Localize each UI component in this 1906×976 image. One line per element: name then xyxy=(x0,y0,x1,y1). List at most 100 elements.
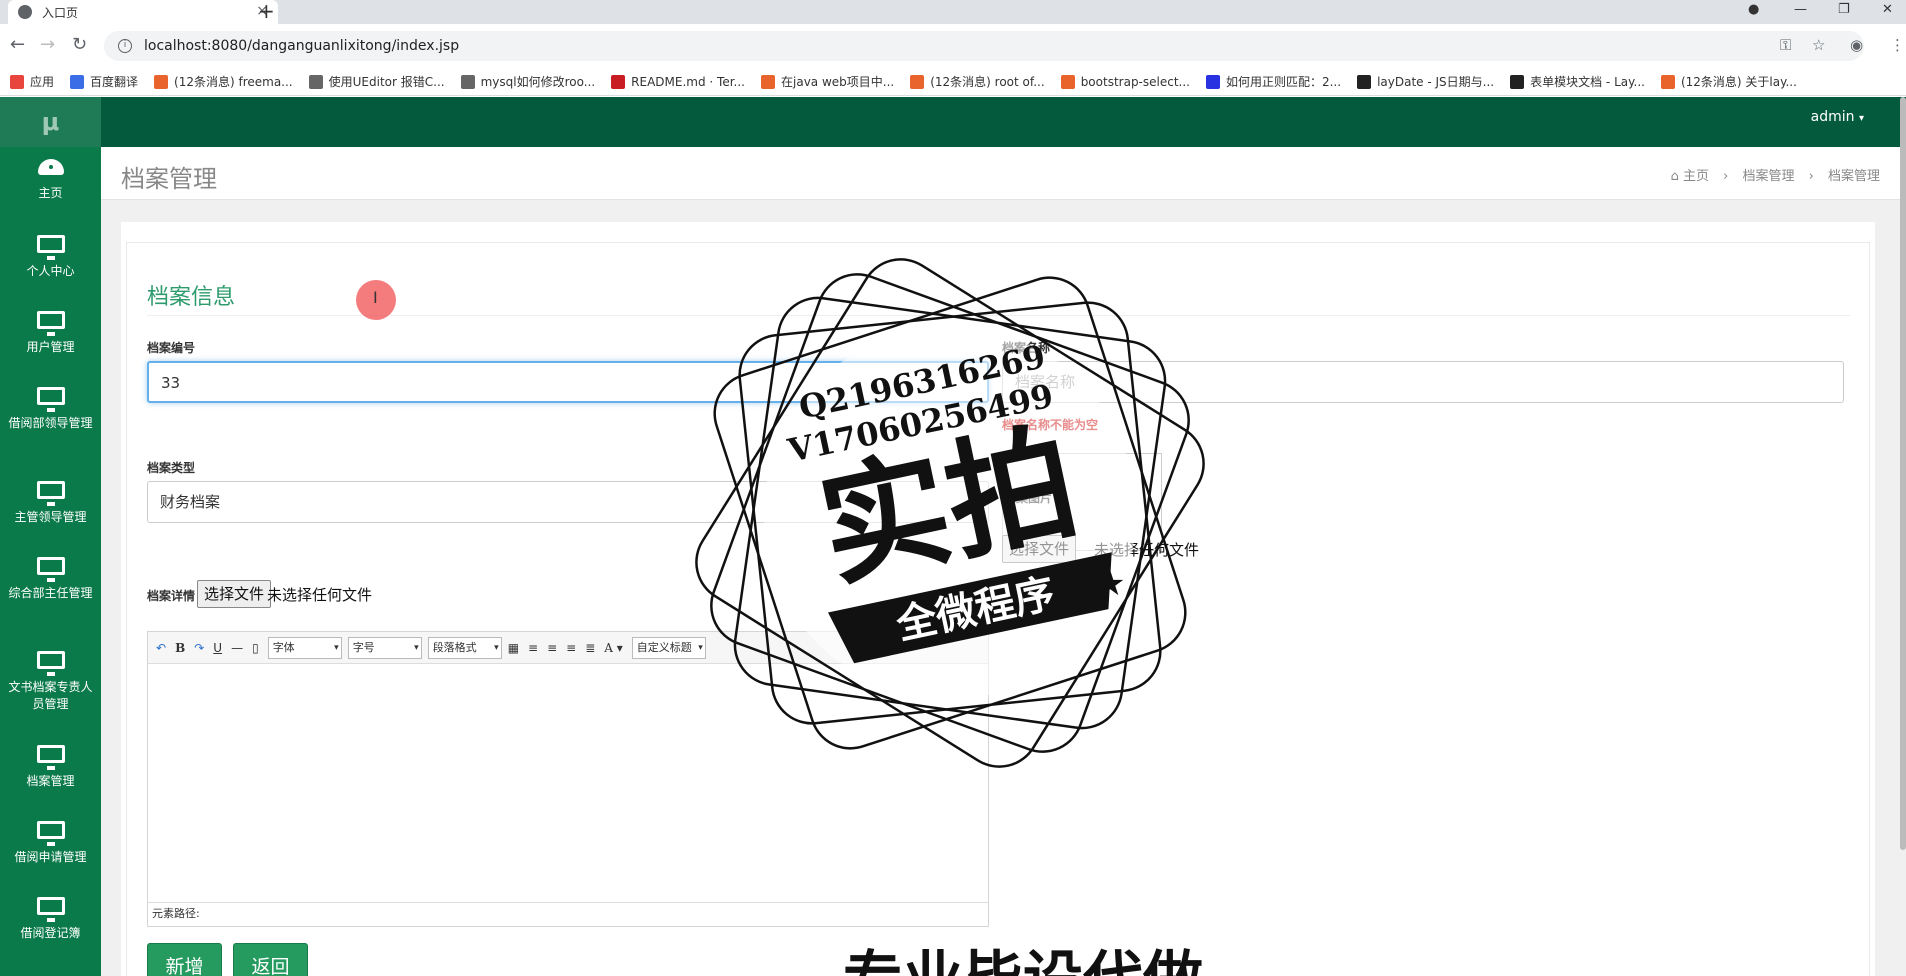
name-error: 档案名称不能为空 xyxy=(1002,418,1099,432)
bookmark-label: (12条消息) 关于lay... xyxy=(1680,75,1797,89)
number-input[interactable]: 33 xyxy=(147,361,989,403)
back-arrow-icon[interactable]: ← xyxy=(10,32,25,58)
sidebar-item[interactable]: 档案管理 xyxy=(0,745,101,790)
page-scrollbar[interactable] xyxy=(1900,97,1906,850)
breadcrumb: ⌂ 主页 › 档案管理 › 档案管理 xyxy=(1671,165,1880,184)
monitor-icon xyxy=(36,651,65,676)
font-select[interactable]: 字体 xyxy=(267,636,342,659)
size-select[interactable]: 字号 xyxy=(347,636,422,659)
sidebar-item[interactable]: 借阅登记簿 xyxy=(0,897,101,942)
rich-text-editor[interactable]: ↶ B ↷ U — ▯ 字体 字号 段落格式 ▦ ≡ ≡ ≡ ≣ A ▾ 自定义… xyxy=(147,631,989,927)
layui-icon xyxy=(1357,74,1372,89)
menu-dots-icon[interactable]: ⋮ xyxy=(1890,36,1905,54)
sidebar-item[interactable]: 借阅申请管理 xyxy=(0,821,101,866)
section-divider xyxy=(147,315,1850,316)
restore-button[interactable]: ❐ xyxy=(1838,0,1850,24)
profile-icon[interactable]: ◉ xyxy=(1850,36,1863,54)
sidebar-item-label: 个人中心 xyxy=(26,264,75,278)
minimize-button[interactable]: — xyxy=(1794,0,1807,24)
star-icon[interactable]: ☆ xyxy=(1812,36,1825,54)
horizontal-rule-icon[interactable]: — xyxy=(231,641,243,655)
bookmark-item[interactable]: 表单模块文档 - Lay... xyxy=(1510,73,1645,90)
bookmark-item[interactable]: 使用UEditor 报错C... xyxy=(308,73,445,90)
form-box: 档案信息 档案编号 33 档案名称 档案名称 档案名称不能为空 档案类型 财务档… xyxy=(126,242,1870,976)
bookmark-item[interactable]: 百度翻译 xyxy=(70,73,138,90)
sidebar-item[interactable]: 主页 xyxy=(0,159,101,202)
align-right-icon[interactable]: ≡ xyxy=(547,641,557,655)
bold-icon[interactable]: B xyxy=(175,641,185,655)
back-button[interactable]: 返回 xyxy=(233,943,308,976)
bookmark-label: 表单模块文档 - Lay... xyxy=(1530,75,1645,89)
monitor-icon xyxy=(36,311,65,336)
user-menu[interactable]: admin ▾ xyxy=(1811,109,1864,125)
image-choose-file-button[interactable]: 选择文件 xyxy=(1002,535,1077,563)
main-content: 档案管理 ⌂ 主页 › 档案管理 › 档案管理 档案信息 档案编号 33 档案名… xyxy=(101,147,1906,976)
image-file-status: 未选择任何文件 xyxy=(1094,541,1200,559)
bookmark-item[interactable]: 如何用正则匹配：2... xyxy=(1205,73,1341,90)
name-label: 档案名称 xyxy=(1002,341,1051,355)
align-center-icon[interactable]: ≡ xyxy=(566,641,576,655)
monitor-icon xyxy=(36,235,65,260)
bookmark-item[interactable]: (12条消息) freema... xyxy=(154,73,293,90)
sidebar-item[interactable]: 综合部主任管理 xyxy=(0,557,101,602)
user-name: admin xyxy=(1810,109,1855,125)
bookmark-item[interactable]: README.md · Ter... xyxy=(611,74,745,89)
close-window-button[interactable]: ✕ xyxy=(1882,0,1893,24)
bookmark-label: bootstrap-select... xyxy=(1080,74,1190,89)
type-label: 档案类型 xyxy=(147,461,196,475)
bookmark-item[interactable]: layDate - JS日期与... xyxy=(1357,73,1494,90)
bookmark-icon xyxy=(1060,74,1075,89)
url-bar[interactable]: i localhost:8080/danganguanlixitong/inde… xyxy=(104,31,1864,61)
browser-tab[interactable]: 入口页 × xyxy=(8,0,278,24)
sidebar-item[interactable]: 借阅部领导管理 xyxy=(0,387,101,432)
info-icon[interactable]: i xyxy=(118,39,132,53)
bookmark-item[interactable]: (12条消息) root of... xyxy=(910,73,1045,90)
bookmark-item[interactable]: (12条消息) 关于lay... xyxy=(1660,73,1797,90)
paragraph-select[interactable]: 段落格式 xyxy=(427,636,502,659)
translate-icon xyxy=(70,74,85,89)
csdn-icon xyxy=(154,74,169,89)
detail-choose-file-button[interactable]: 选择文件 xyxy=(197,580,272,608)
monitor-icon xyxy=(36,821,65,846)
monitor-icon xyxy=(36,897,65,922)
custom-title-select[interactable]: 自定义标题 xyxy=(631,636,706,659)
sidebar-item[interactable]: 个人中心 xyxy=(0,235,101,280)
underline-icon[interactable]: U xyxy=(213,641,222,655)
sidebar-item[interactable]: 文书档案专责人员管理 xyxy=(0,651,101,713)
reload-icon[interactable]: ↻ xyxy=(72,32,87,58)
bookmark-item[interactable]: 应用 xyxy=(10,73,54,90)
key-icon[interactable]: ⚿ xyxy=(1780,36,1791,54)
editor-toolbar: ↶ B ↷ U — ▯ 字体 字号 段落格式 ▦ ≡ ≡ ≡ ≣ A ▾ 自定义… xyxy=(148,632,988,664)
profile-down-icon[interactable]: ● xyxy=(1748,0,1759,24)
breadcrumb-current: 档案管理 xyxy=(1827,169,1880,184)
sidebar-item-label: 主管领导管理 xyxy=(14,510,87,524)
table-icon[interactable]: ▦ xyxy=(508,641,519,655)
caret-down-icon: ▾ xyxy=(1858,113,1864,124)
bookmark-item[interactable]: bootstrap-select... xyxy=(1060,74,1190,89)
monitor-icon xyxy=(36,557,65,582)
breadcrumb-home[interactable]: 主页 xyxy=(1683,169,1709,184)
bookmark-item[interactable]: 在java web项目中... xyxy=(761,73,894,90)
app-logo[interactable]: μ xyxy=(0,97,101,147)
page-icon[interactable]: ▯ xyxy=(252,641,259,655)
sidebar-item[interactable]: 用户管理 xyxy=(0,311,101,356)
number-label: 档案编号 xyxy=(147,341,196,355)
align-left-icon[interactable]: ≡ xyxy=(528,641,538,655)
justify-icon[interactable]: ≣ xyxy=(585,641,595,655)
new-tab-button[interactable]: + xyxy=(258,0,275,22)
forward-arrow-icon[interactable]: → xyxy=(40,32,55,58)
type-select[interactable]: 财务档案 xyxy=(147,481,989,523)
sidebar-item[interactable]: 主管领导管理 xyxy=(0,481,101,526)
type-value: 财务档案 xyxy=(160,493,221,511)
bookmark-item[interactable]: mysql如何修改roo... xyxy=(460,73,596,90)
sidebar-item-label: 档案管理 xyxy=(26,774,75,788)
font-color-icon[interactable]: A ▾ xyxy=(604,641,623,655)
add-button[interactable]: 新增 xyxy=(147,943,222,976)
bookmark-label: mysql如何修改roo... xyxy=(480,75,596,89)
dashboard-icon xyxy=(37,159,64,175)
name-input[interactable]: 档案名称 xyxy=(1002,361,1844,403)
redo-icon[interactable]: ↷ xyxy=(194,641,204,655)
address-bar-row: ← → ↻ i localhost:8080/danganguanlixiton… xyxy=(0,24,1906,68)
breadcrumb-archive[interactable]: 档案管理 xyxy=(1742,169,1794,184)
undo-icon[interactable]: ↶ xyxy=(156,641,166,655)
